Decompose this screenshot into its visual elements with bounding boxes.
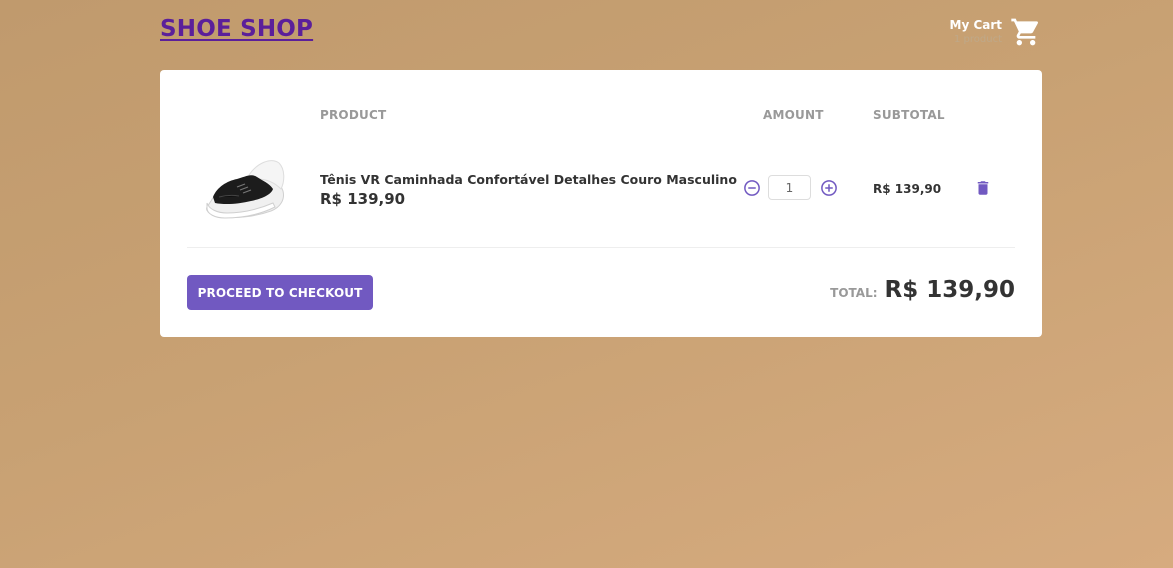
shopping-cart-icon[interactable] [1010,16,1042,48]
cart-item-row: Tênis VR Caminhada Confortável Detalhes … [187,145,1015,248]
cart-summary: My Cart 1 product [950,16,1003,46]
cart-title: My Cart [949,18,1003,32]
cart-link[interactable]: My Cart 1 product [950,16,1043,48]
column-header-amount: AMOUNT [763,108,824,122]
header: SHOE SHOP My Cart 1 product [160,0,1042,70]
product-price: R$ 139,90 [320,190,406,208]
cart-total: TOTAL: R$ 139,90 [830,277,1015,303]
quantity-input[interactable] [768,175,811,200]
cart-count: 1 product [953,34,1002,45]
logo-link[interactable]: SHOE SHOP [160,16,313,42]
product-title: Tênis VR Caminhada Confortável Detalhes … [320,172,737,187]
total-label: TOTAL: [830,286,878,300]
product-image [206,160,285,219]
total-value: R$ 139,90 [884,277,1015,303]
item-subtotal: R$ 139,90 [873,182,942,196]
remove-circle-icon[interactable] [743,179,761,197]
column-header-product: PRODUCT [320,108,387,122]
column-header-subtotal: SUBTOTAL [873,108,945,122]
trash-icon[interactable] [974,178,992,198]
cart-panel: PRODUCT AMOUNT SUBTOTAL Tênis VR Caminha… [160,70,1042,337]
add-circle-icon[interactable] [820,179,838,197]
proceed-to-checkout-button[interactable]: PROCEED TO CHECKOUT [187,275,373,310]
